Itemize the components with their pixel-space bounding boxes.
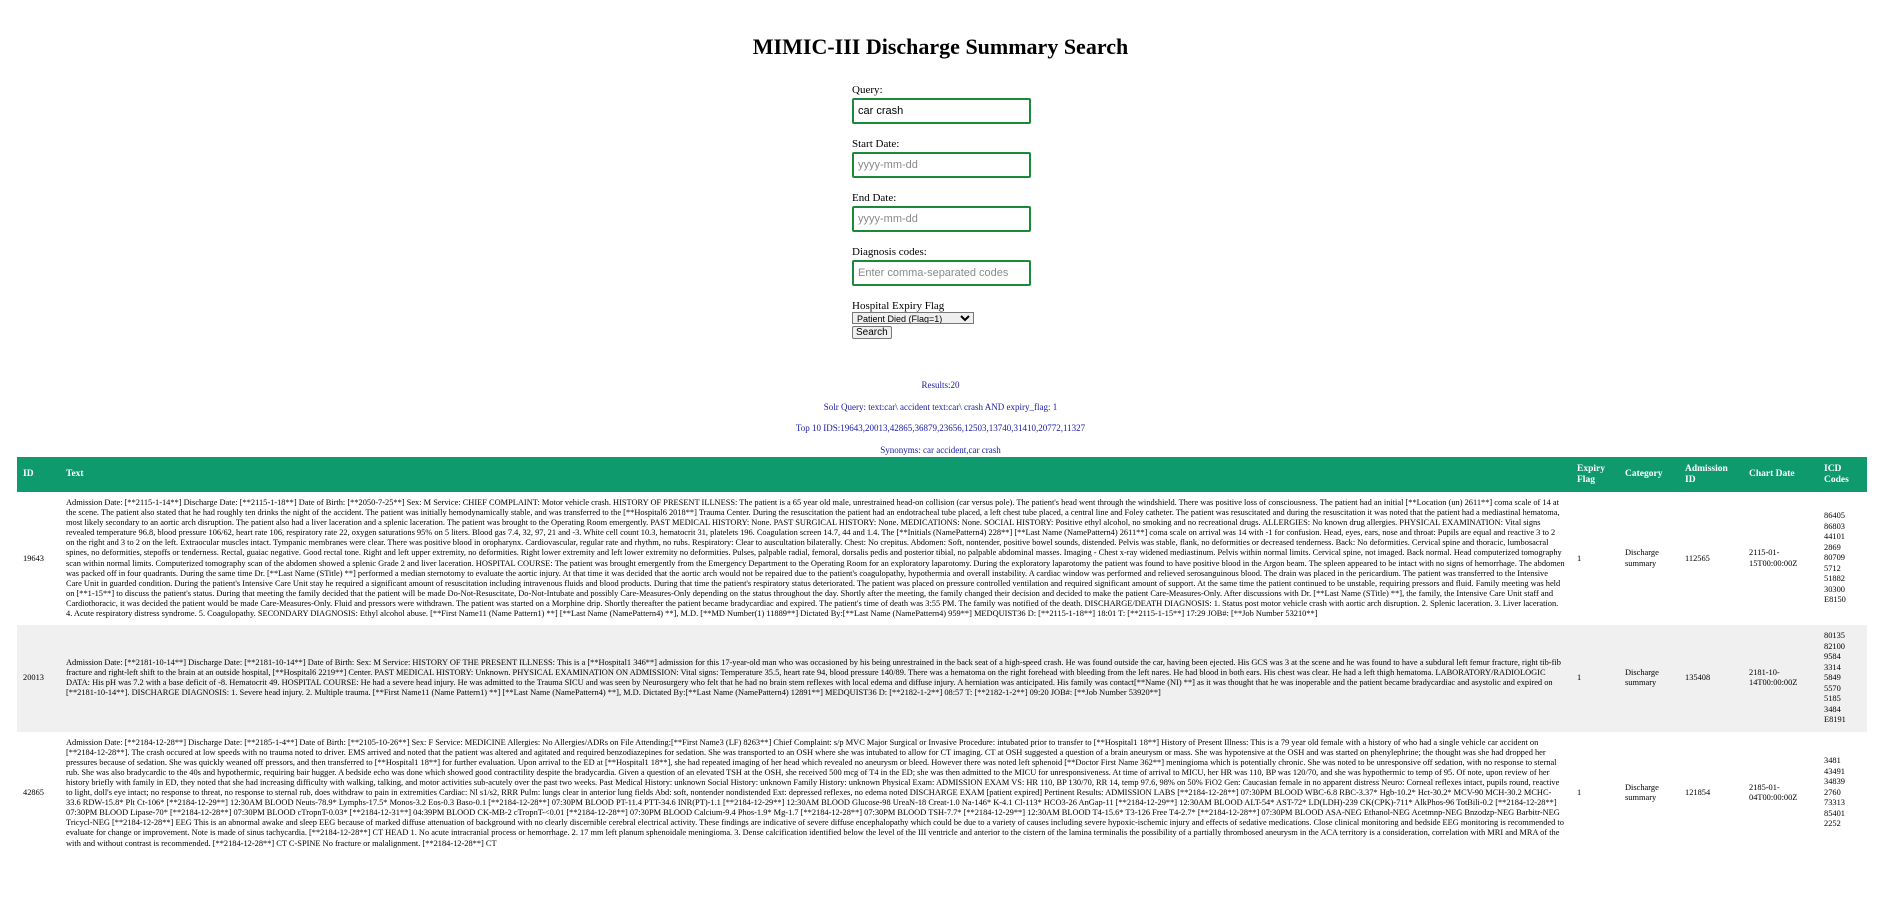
icd-code: 5712 [1824,563,1841,573]
icd-code: 85401 [1824,808,1845,818]
icd-code: 3481 [1824,756,1841,766]
cell-chart-date: 2181-10-14T00:00:00Z [1749,668,1798,688]
query-input[interactable] [852,98,1031,124]
cell-id: 19643 [23,553,44,563]
icd-code: 80709 [1824,553,1845,563]
start-date-label: Start Date: [852,138,900,150]
cell-text: Admission Date: [**2181-10-14**] Dischar… [66,658,1561,698]
results-count: Results:20 [921,380,960,390]
icd-code: 5185 [1824,694,1841,704]
icd-code: 30300 [1824,584,1845,594]
cell-category: Discharge summary [1625,548,1659,568]
start-date-field-group: Start Date: [852,138,1152,178]
cell-admission-id: 121854 [1685,788,1711,798]
icd-code: 82100 [1824,641,1845,651]
cell-expiry-flag: 1 [1577,673,1582,683]
cell-expiry-flag: 1 [1577,553,1582,563]
icd-code: 2760 [1824,787,1841,797]
cell-icd-codes: 3481 43491 34839 2760 73313 85401 2252 [1818,732,1867,855]
icd-code: 5849 [1824,673,1841,683]
cell-admission-id: 135408 [1685,673,1711,683]
icd-code: 2252 [1824,819,1841,829]
diagnosis-codes-input[interactable] [852,260,1031,286]
search-button[interactable]: Search [852,326,892,339]
cell-chart-date: 2185-01-04T00:00:00Z [1749,783,1798,803]
icd-code: 73313 [1824,798,1845,808]
cell-text: Admission Date: [**2115-1-14**] Discharg… [66,498,1565,619]
cell-id: 42865 [23,788,44,798]
icd-code: E8191 [1824,715,1846,725]
icd-code: 9584 [1824,652,1841,662]
end-date-input[interactable] [852,206,1031,232]
header-admission-id: Admission ID [1685,463,1728,485]
icd-code: 86803 [1824,521,1845,531]
icd-code: 34839 [1824,777,1845,787]
table-header-row: ID Text Expiry Flag Category Admission I… [17,457,1867,492]
search-form: Query: Start Date: End Date: Diagnosis c… [852,84,1152,339]
cell-admission-id: 112565 [1685,553,1710,563]
icd-code: 2869 [1824,542,1841,552]
solr-query: Solr Query: text:car\ accident text:car\… [823,402,1058,412]
header-category: Category [1625,469,1663,479]
header-expiry-flag: Expiry Flag [1577,463,1605,485]
query-label: Query: [852,84,883,96]
icd-code: 80135 [1824,631,1845,641]
expiry-flag-group: Hospital Expiry Flag Patient Died (Flag=… [852,300,1152,339]
query-field-group: Query: [852,84,1152,124]
cell-icd-codes: 80135 82100 9584 3314 5849 5570 5185 348… [1818,625,1867,732]
page-title: MIMIC-III Discharge Summary Search [752,34,1129,59]
icd-code: 43491 [1824,766,1845,776]
icd-code: E8150 [1824,595,1846,605]
cell-expiry-flag: 1 [1577,788,1582,798]
header-icd-codes: ICD Codes [1824,463,1849,485]
header-id: ID [23,469,34,479]
cell-icd-codes: 86405 86803 44101 2869 80709 5712 51882 … [1818,492,1867,625]
header-text: Text [66,469,84,479]
expiry-flag-select[interactable]: Patient Died (Flag=1) [852,312,974,324]
top-ids: Top 10 IDS:19643,20013,42865,36879,23656… [795,423,1086,433]
icd-code: 44101 [1824,532,1845,542]
table-row: 20013 Admission Date: [**2181-10-14**] D… [17,625,1867,732]
diagnosis-codes-label: Diagnosis codes: [852,246,927,258]
cell-chart-date: 2115-01-15T00:00:00Z [1749,548,1798,568]
icd-code: 3484 [1824,704,1841,714]
icd-code: 51882 [1824,574,1845,584]
table-row: 19643 Admission Date: [**2115-1-14**] Di… [17,492,1867,626]
header-chart-date: Chart Date [1749,469,1795,479]
synonyms: Synonyms: car accident,car crash [880,445,1001,455]
diagnosis-codes-field-group: Diagnosis codes: [852,246,1152,286]
cell-id: 20013 [23,673,44,683]
cell-category: Discharge summary [1625,668,1659,688]
icd-code: 5570 [1824,683,1841,693]
results-table: ID Text Expiry Flag Category Admission I… [17,457,1867,855]
end-date-field-group: End Date: [852,192,1152,232]
start-date-input[interactable] [852,152,1031,178]
icd-code: 86405 [1824,511,1845,521]
cell-category: Discharge summary [1625,783,1659,803]
end-date-label: End Date: [852,192,897,204]
expiry-flag-label: Hospital Expiry Flag [852,300,945,312]
icd-code: 3314 [1824,662,1841,672]
table-row: 42865 Admission Date: [**2184-12-28**] D… [17,731,1867,855]
cell-text: Admission Date: [**2184-12-28**] Dischar… [66,737,1564,848]
